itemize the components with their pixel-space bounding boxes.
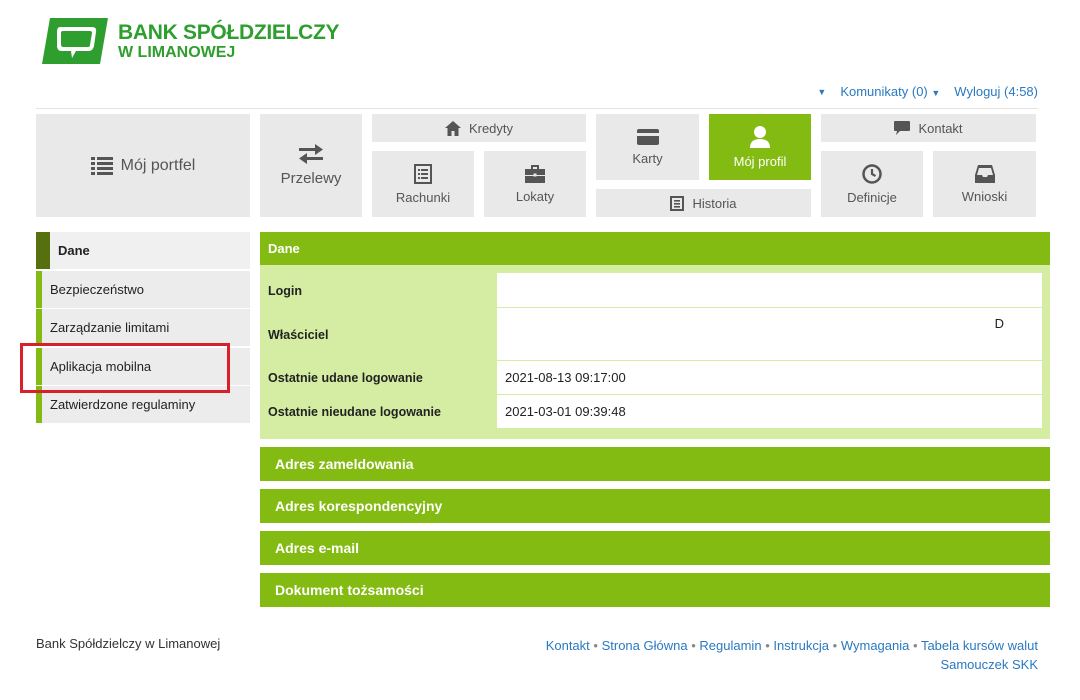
- section-email-address[interactable]: Adres e-mail: [260, 531, 1050, 565]
- bank-name: BANK SPÓŁDZIELCZY W LIMANOWEJ: [118, 20, 340, 61]
- clock-icon: [862, 163, 882, 184]
- tile-cards[interactable]: Karty: [596, 114, 699, 180]
- header-divider: [36, 108, 1038, 109]
- separator-dot: •: [593, 638, 598, 653]
- transfer-arrows-icon: [299, 144, 323, 164]
- tile-credits[interactable]: Kredyty: [372, 114, 586, 142]
- messages-link[interactable]: Komunikaty (0) ▼: [840, 84, 940, 99]
- list-icon: [90, 156, 113, 176]
- credit-card-icon: [636, 128, 659, 145]
- chevron-down-icon: ▼: [931, 88, 941, 98]
- footer-links: Kontakt • Strona Główna • Regulamin • In…: [546, 636, 1038, 674]
- row-label: Właściciel: [268, 327, 329, 342]
- footer-link-home[interactable]: Strona Główna: [602, 638, 688, 653]
- row-value: 2021-08-13 09:17:00: [497, 361, 1042, 395]
- panel-body: Login Właściciel D Ostatnie udane logowa…: [260, 265, 1050, 439]
- data-row-last-login: Ostatnie udane logowanie 2021-08-13 09:1…: [260, 361, 1042, 395]
- inbox-icon: [974, 164, 995, 183]
- top-bar: ▼ Komunikaty (0) ▼ Wyloguj (4:58): [817, 84, 1038, 99]
- profile-data-panel: Dane Login Właściciel D Ostatnie udane l…: [260, 232, 1050, 607]
- tile-transfers[interactable]: Przelewy: [260, 114, 362, 217]
- footer-link-contact[interactable]: Kontakt: [546, 638, 590, 653]
- row-value-tail: D: [994, 316, 1004, 331]
- tile-my-portfolio[interactable]: Mój portfel: [36, 114, 250, 217]
- briefcase-icon: [525, 164, 545, 183]
- tile-requests-label: Wnioski: [961, 188, 1008, 204]
- bank-logo-icon: [42, 18, 108, 64]
- row-label: Login: [268, 283, 303, 298]
- section-correspondence-address[interactable]: Adres korespondencyjny: [260, 489, 1050, 523]
- tile-cards-label: Karty: [632, 150, 663, 166]
- home-icon: [444, 120, 461, 136]
- chevron-down-icon[interactable]: ▼: [817, 87, 826, 97]
- section-identity-document[interactable]: Dokument tożsamości: [260, 573, 1050, 607]
- sidebar-item-security[interactable]: Bezpieczeństwo: [36, 270, 250, 308]
- data-row-last-failed-login: Ostatnie nieudane logowanie 2021-03-01 0…: [260, 395, 1042, 429]
- row-value: D: [497, 308, 1042, 361]
- profile-sidebar: Dane Bezpieczeństwo Zarządzanie limitami…: [36, 232, 250, 425]
- sidebar-item-approved-terms[interactable]: Zatwierdzone regulaminy: [36, 386, 250, 423]
- footer-link-terms[interactable]: Regulamin: [699, 638, 761, 653]
- sidebar-item-label: Zarządzanie limitami: [50, 320, 170, 335]
- separator-dot: •: [765, 638, 770, 653]
- tile-accounts-label: Rachunki: [395, 189, 451, 205]
- tile-history[interactable]: Historia: [596, 189, 811, 217]
- bank-logo[interactable]: BANK SPÓŁDZIELCZY W LIMANOWEJ: [42, 18, 340, 64]
- history-list-icon: [670, 195, 685, 211]
- tile-history-label: Historia: [692, 195, 737, 211]
- user-icon: [750, 125, 770, 148]
- tile-requests[interactable]: Wnioski: [933, 151, 1036, 217]
- sidebar-item-limits[interactable]: Zarządzanie limitami: [36, 309, 250, 346]
- data-row-owner: Właściciel D: [260, 308, 1042, 361]
- sidebar-item-label: Dane: [58, 243, 90, 258]
- sidebar-item-mobile-app[interactable]: Aplikacja mobilna: [36, 347, 250, 385]
- row-value: [497, 273, 1042, 308]
- tile-definitions-label: Definicje: [847, 189, 897, 205]
- separator-dot: •: [691, 638, 696, 653]
- row-label: Ostatnie udane logowanie: [268, 371, 423, 385]
- sidebar-item-data[interactable]: Dane: [36, 232, 250, 269]
- row-value: 2021-03-01 09:39:48: [497, 395, 1042, 429]
- tile-definitions[interactable]: Definicje: [821, 151, 923, 217]
- tile-deposits-label: Lokaty: [515, 188, 555, 204]
- section-registered-address[interactable]: Adres zameldowania: [260, 447, 1050, 481]
- bank-name-line1: BANK SPÓŁDZIELCZY: [118, 20, 340, 44]
- tile-transfers-label: Przelewy: [280, 170, 342, 187]
- tile-accounts[interactable]: Rachunki: [372, 151, 474, 217]
- tile-my-profile-label: Mój profil: [733, 153, 787, 169]
- separator-dot: •: [912, 638, 918, 653]
- tile-credits-label: Kredyty: [468, 120, 514, 136]
- data-row-login: Login: [260, 273, 1042, 308]
- footer-link-manual[interactable]: Instrukcja: [773, 638, 829, 653]
- tile-contact[interactable]: Kontakt: [821, 114, 1036, 142]
- footer-bank-name: Bank Spółdzielczy w Limanowej: [36, 636, 221, 651]
- footer-link-exchange-rates[interactable]: Tabela kursów walut: [921, 638, 1038, 653]
- chat-bubble-icon: [894, 121, 911, 135]
- footer-link-tutorial[interactable]: Samouczek SKK: [940, 657, 1038, 672]
- messages-label: Komunikaty (0): [840, 84, 928, 99]
- row-label: Ostatnie nieudane logowanie: [268, 405, 441, 419]
- tile-my-portfolio-label: Mój portfel: [120, 156, 196, 174]
- sidebar-item-label: Aplikacja mobilna: [50, 358, 152, 374]
- footer-link-requirements[interactable]: Wymagania: [841, 638, 910, 653]
- tile-my-profile[interactable]: Mój profil: [709, 114, 811, 180]
- logout-link[interactable]: Wyloguj (4:58): [954, 84, 1038, 99]
- sidebar-item-label: Bezpieczeństwo: [50, 281, 144, 297]
- sidebar-item-label: Zatwierdzone regulaminy: [50, 397, 196, 412]
- document-list-icon: [414, 163, 432, 184]
- bank-name-line2: W LIMANOWEJ: [118, 43, 236, 61]
- tile-deposits[interactable]: Lokaty: [484, 151, 586, 217]
- panel-title: Dane: [260, 232, 1050, 265]
- tile-contact-label: Kontakt: [918, 120, 963, 136]
- separator-dot: •: [832, 638, 838, 653]
